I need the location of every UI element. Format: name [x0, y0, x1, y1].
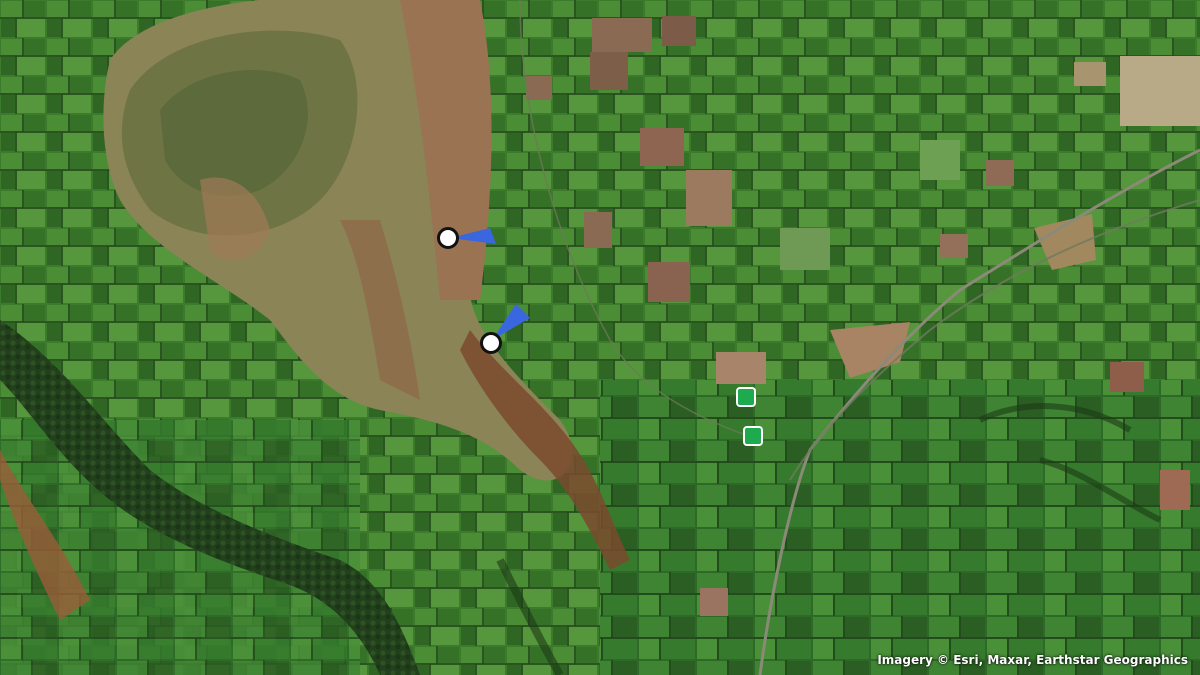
- site-square-icon[interactable]: [743, 426, 763, 446]
- satellite-map[interactable]: Imagery © Esri, Maxar, Earthstar Geograp…: [0, 0, 1200, 675]
- site-square-icon[interactable]: [736, 387, 756, 407]
- satellite-imagery[interactable]: [0, 0, 1200, 675]
- map-attribution: Imagery © Esri, Maxar, Earthstar Geograp…: [877, 653, 1188, 667]
- viewpoint-circle-icon[interactable]: [480, 332, 502, 354]
- viewpoint-circle-icon[interactable]: [437, 227, 459, 249]
